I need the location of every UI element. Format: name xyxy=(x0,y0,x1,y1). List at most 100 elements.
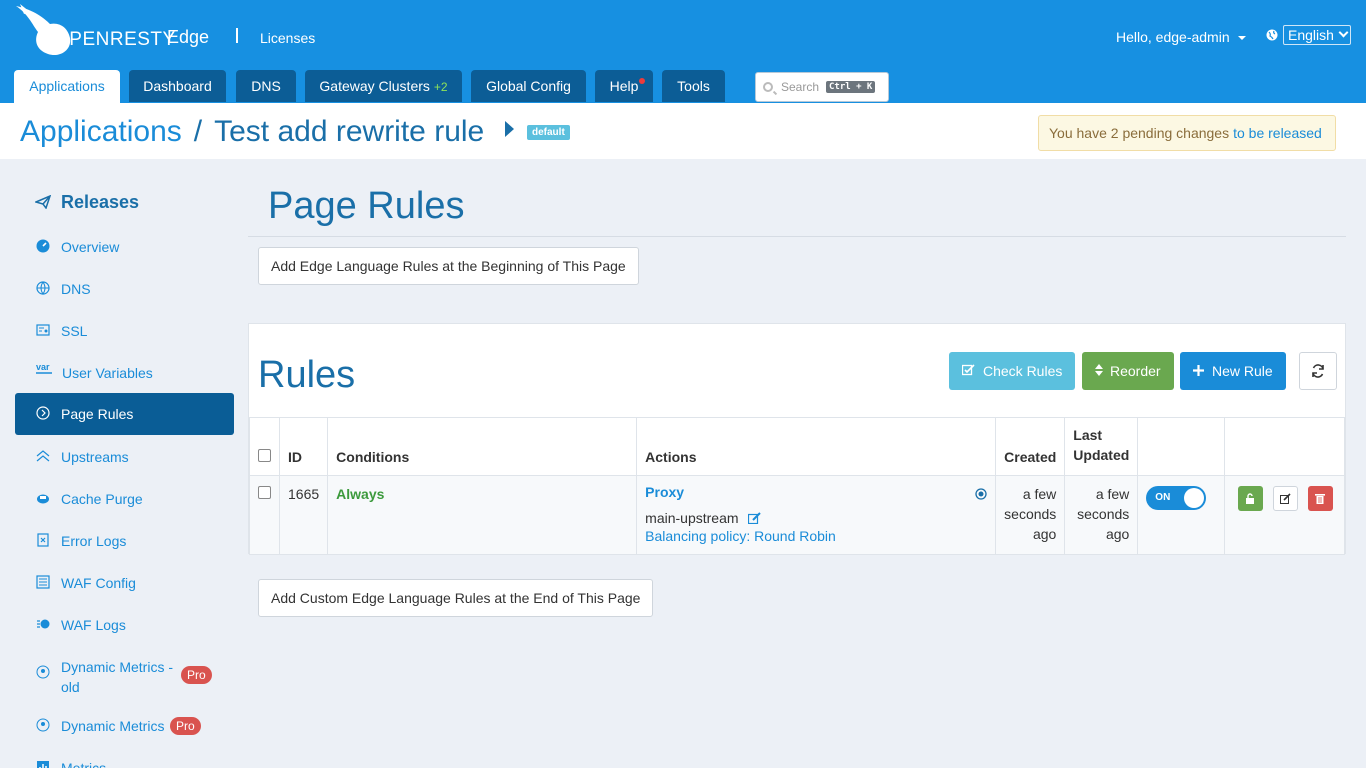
table-row: 1665 Always Proxy main-upstream Balancin… xyxy=(249,475,1345,555)
column-header-id[interactable]: ID xyxy=(278,417,329,476)
sidebar-item-ssl[interactable]: SSL xyxy=(15,310,234,352)
caret-down-icon xyxy=(1237,36,1246,41)
balancing-policy-link[interactable]: Balancing policy: Round Robin xyxy=(645,528,987,544)
toggle-label: ON xyxy=(1155,492,1171,503)
rule-condition-cell: Always xyxy=(327,475,638,555)
rules-icon xyxy=(36,406,50,420)
sidebar-item-label: Dynamic Metrics - old xyxy=(61,659,174,695)
tab-label: Global Config xyxy=(486,78,571,94)
sidebar-item-dynamic-metrics[interactable]: Dynamic Metrics Pro xyxy=(15,705,234,747)
reorder-button[interactable]: Reorder xyxy=(1082,352,1174,390)
breadcrumb-applications[interactable]: Applications xyxy=(20,115,182,148)
rule-condition: Always xyxy=(336,486,385,502)
chevron-down-icon xyxy=(1338,27,1349,38)
user-menu[interactable]: Hello, edge-admin xyxy=(1116,29,1246,45)
product-name: Edge xyxy=(167,27,210,47)
sidebar-item-label: Dynamic Metrics xyxy=(61,718,165,734)
upstream-icon xyxy=(36,450,50,462)
sidebar-item-label: Error Logs xyxy=(61,533,127,549)
language-select[interactable]: English xyxy=(1283,25,1351,45)
refresh-icon xyxy=(1312,364,1324,378)
licenses-link[interactable]: Licenses xyxy=(260,30,315,46)
select-all-checkbox[interactable] xyxy=(258,449,271,462)
globe-icon xyxy=(36,281,50,295)
sidebar-item-metrics[interactable]: Metrics xyxy=(15,747,234,768)
sidebar-item-page-rules[interactable]: Page Rules xyxy=(15,393,234,435)
tab-applications[interactable]: Applications xyxy=(14,70,120,103)
sidebar-item-label: Cache Purge xyxy=(61,491,143,507)
column-header-ops xyxy=(1224,417,1345,476)
trash-icon xyxy=(1315,494,1326,504)
tab-help[interactable]: Help xyxy=(595,70,653,102)
bar-chart-icon xyxy=(37,761,49,768)
rules-panel: Rules Check Rules Reorder New Rule ID Co… xyxy=(248,323,1346,555)
sidebar-item-error-logs[interactable]: Error Logs xyxy=(15,520,234,562)
sidebar-item-label: Overview xyxy=(61,239,120,255)
sidebar-item-dns[interactable]: DNS xyxy=(15,268,234,310)
tab-label: Applications xyxy=(29,78,105,94)
plus-icon xyxy=(1193,365,1204,376)
edit-rule-button[interactable] xyxy=(1273,486,1299,511)
rules-title: Rules xyxy=(258,354,356,396)
var-icon: var xyxy=(36,362,52,374)
column-header-created[interactable]: Created xyxy=(995,417,1066,476)
check-square-icon xyxy=(962,364,975,376)
partition-badge: default xyxy=(527,125,570,140)
column-header-actions[interactable]: Actions xyxy=(636,417,997,476)
sidebar-item-label: Upstreams xyxy=(61,449,129,465)
rule-ops-cell xyxy=(1224,475,1345,555)
tab-tools[interactable]: Tools xyxy=(662,70,725,102)
new-rule-button[interactable]: New Rule xyxy=(1180,352,1286,390)
error-log-icon xyxy=(37,533,49,547)
breadcrumb: Applications / Test add rewrite rule xyxy=(20,115,484,149)
tab-label: Tools xyxy=(677,78,710,94)
rule-id: 1665 xyxy=(278,475,329,555)
tab-dashboard[interactable]: Dashboard xyxy=(129,70,226,102)
tab-gateway-clusters[interactable]: Gateway Clusters +2 xyxy=(305,70,462,102)
rule-actions-cell: Proxy main-upstream Balancing policy: Ro… xyxy=(636,475,997,555)
row-checkbox[interactable] xyxy=(258,486,271,499)
user-greeting: Hello, edge-admin xyxy=(1116,29,1230,45)
tab-global-config[interactable]: Global Config xyxy=(471,70,586,102)
delete-rule-button[interactable] xyxy=(1308,486,1334,511)
sidebar-heading[interactable]: Releases xyxy=(35,192,139,213)
action-proxy[interactable]: Proxy xyxy=(645,484,987,500)
column-header-conditions[interactable]: Conditions xyxy=(327,417,638,476)
tab-label: Dashboard xyxy=(143,78,212,94)
upstream-line: main-upstream xyxy=(645,510,987,526)
sidebar-item-overview[interactable]: Overview xyxy=(15,226,234,268)
tab-label: Help xyxy=(609,78,639,94)
unlock-button[interactable] xyxy=(1238,486,1264,511)
release-link[interactable]: to be released xyxy=(1233,125,1322,141)
caret-right-icon[interactable] xyxy=(505,121,514,137)
check-rules-button[interactable]: Check Rules xyxy=(949,352,1076,390)
waf-config-icon xyxy=(36,575,50,589)
sidebar-item-waf-config[interactable]: WAF Config xyxy=(15,562,234,604)
pending-changes-alert: You have 2 pending changes to be released xyxy=(1038,115,1336,151)
language-value: English xyxy=(1288,27,1334,43)
search-input[interactable]: Search Ctrl + K xyxy=(755,72,889,102)
sidebar-item-upstreams[interactable]: Upstreams xyxy=(15,436,234,478)
pro-badge: Pro xyxy=(170,717,201,735)
unlock-icon xyxy=(1246,493,1255,504)
add-rules-beginning-button[interactable]: Add Edge Language Rules at the Beginning… xyxy=(258,247,639,285)
sidebar-item-label: DNS xyxy=(61,281,91,297)
table-header-row: ID Conditions Actions Created Last Updat… xyxy=(249,417,1345,476)
sidebar-item-label: User Variables xyxy=(62,365,153,381)
openresty-logo[interactable]: OPENRESTY xyxy=(14,2,175,58)
sidebar-item-user-variables[interactable]: var User Variables xyxy=(15,352,234,394)
sidebar-item-dynamic-metrics-old[interactable]: Dynamic Metrics - old Pro xyxy=(15,646,234,698)
reorder-label: Reorder xyxy=(1110,363,1161,379)
rule-enabled-toggle[interactable]: ON xyxy=(1146,486,1207,510)
sort-icon xyxy=(1095,364,1103,376)
refresh-button[interactable] xyxy=(1299,352,1337,390)
sidebar-item-waf-logs[interactable]: WAF Logs xyxy=(15,604,234,646)
sidebar-item-label: WAF Config xyxy=(61,575,136,591)
column-header-last-updated[interactable]: Last Updated xyxy=(1064,417,1139,476)
edit-icon[interactable] xyxy=(748,512,762,525)
sidebar-item-cache-purge[interactable]: Cache Purge xyxy=(15,478,234,520)
tab-dns[interactable]: DNS xyxy=(236,70,296,102)
tab-label: DNS xyxy=(251,78,281,94)
add-rules-end-button[interactable]: Add Custom Edge Language Rules at the En… xyxy=(258,579,654,617)
search-placeholder: Search xyxy=(781,80,820,94)
